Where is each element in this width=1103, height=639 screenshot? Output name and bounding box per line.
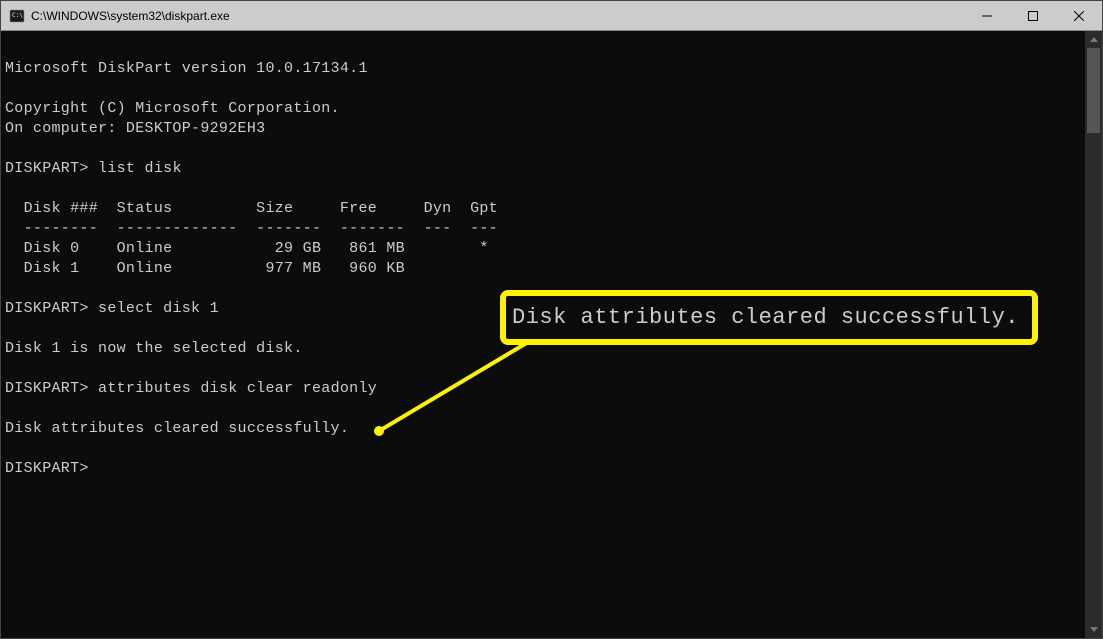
callout-box: Disk attributes cleared successfully. bbox=[500, 290, 1038, 345]
title-bar[interactable]: C:\ C:\WINDOWS\system32\diskpart.exe bbox=[1, 1, 1102, 31]
table-row: Disk 0 Online 29 GB 861 MB * bbox=[5, 240, 489, 257]
prompt: DISKPART> bbox=[5, 380, 89, 397]
prompt: DISKPART> bbox=[5, 160, 89, 177]
blank-line bbox=[5, 80, 14, 97]
close-button[interactable] bbox=[1056, 1, 1102, 30]
blank-line bbox=[5, 180, 14, 197]
blank-line bbox=[5, 320, 14, 337]
callout-text: Disk attributes cleared successfully. bbox=[512, 305, 1019, 330]
version-line: Microsoft DiskPart version 10.0.17134.1 bbox=[5, 60, 368, 77]
minimize-button[interactable] bbox=[964, 1, 1010, 30]
caption-buttons bbox=[964, 1, 1102, 30]
svg-text:C:\: C:\ bbox=[12, 12, 23, 19]
scroll-down-arrow-icon[interactable] bbox=[1085, 621, 1102, 638]
computer-line: On computer: DESKTOP-9292EH3 bbox=[5, 120, 265, 137]
prompt[interactable]: DISKPART> bbox=[5, 460, 89, 477]
blank-line bbox=[5, 280, 14, 297]
maximize-button[interactable] bbox=[1010, 1, 1056, 30]
copyright-line: Copyright (C) Microsoft Corporation. bbox=[5, 100, 340, 117]
table-header: Disk ### Status Size Free Dyn Gpt bbox=[5, 200, 498, 217]
blank-line bbox=[5, 140, 14, 157]
blank-line bbox=[5, 40, 14, 57]
window-title: C:\WINDOWS\system32\diskpart.exe bbox=[31, 9, 964, 23]
blank-line bbox=[5, 360, 14, 377]
cmd-list-disk: list disk bbox=[98, 160, 182, 177]
response-attributes: Disk attributes cleared successfully. bbox=[5, 420, 349, 437]
table-separator: -------- ------------- ------- ------- -… bbox=[5, 220, 498, 237]
cmd-attributes: attributes disk clear readonly bbox=[98, 380, 377, 397]
app-icon: C:\ bbox=[9, 8, 25, 24]
cmd-select-disk: select disk 1 bbox=[98, 300, 219, 317]
table-row: Disk 1 Online 977 MB 960 KB bbox=[5, 260, 405, 277]
blank-line bbox=[5, 400, 14, 417]
scroll-thumb[interactable] bbox=[1087, 48, 1100, 133]
scroll-up-arrow-icon[interactable] bbox=[1085, 31, 1102, 48]
prompt: DISKPART> bbox=[5, 300, 89, 317]
response-select: Disk 1 is now the selected disk. bbox=[5, 340, 303, 357]
vertical-scrollbar[interactable] bbox=[1085, 31, 1102, 638]
blank-line bbox=[5, 440, 14, 457]
